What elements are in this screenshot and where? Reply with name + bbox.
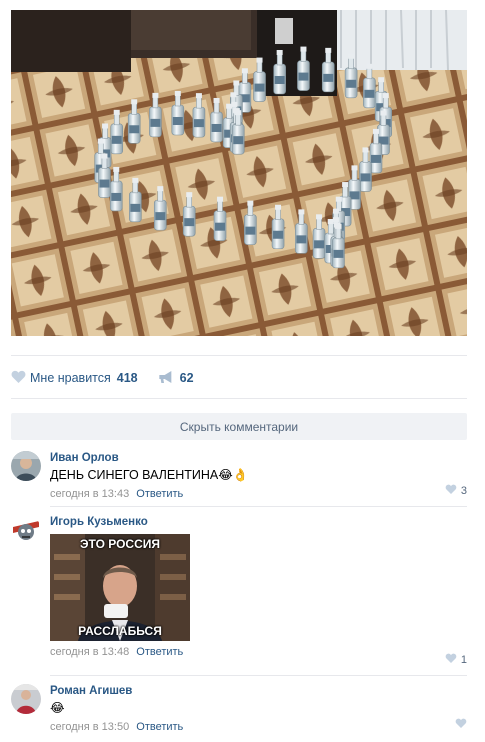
comment-meta: сегодня в 13:48 Ответить: [50, 645, 467, 659]
megaphone-icon: [158, 370, 174, 387]
emoji: 😂: [50, 701, 65, 715]
avatar[interactable]: [11, 515, 41, 545]
reply-link[interactable]: Ответить: [136, 646, 183, 658]
comment-meta: сегодня в 13:43 Ответить: [50, 487, 467, 501]
comment-time: сегодня в 13:48: [50, 646, 130, 658]
meme-top-caption: ЭТО РОССИЯ: [80, 537, 160, 551]
comment-like-count: 1: [460, 653, 467, 666]
comment-body: Игорь Кузьменко ЭТО РОССИЯ РАССЛАБЬСЯ се…: [50, 515, 467, 659]
post-actions: Мне нравится 418 62: [11, 368, 214, 388]
divider: [50, 675, 467, 676]
comment-text: 😂: [50, 700, 467, 716]
comment-text-content: ДЕНЬ СИНЕГО ВАЛЕНТИНА: [50, 468, 219, 482]
comment-body: Роман Агишев 😂 сегодня в 13:50 Ответить: [50, 684, 467, 734]
reply-link[interactable]: Ответить: [136, 721, 183, 733]
hide-comments-button[interactable]: Скрыть комментарии: [11, 413, 467, 440]
comment-author[interactable]: Иван Орлов: [50, 451, 467, 465]
comment: Роман Агишев 😂 сегодня в 13:50 Ответить: [11, 684, 467, 734]
comment-body: Иван Орлов ДЕНЬ СИНЕГО ВАЛЕНТИНА 😂👌 сего…: [50, 451, 467, 501]
comment-time: сегодня в 13:43: [50, 488, 130, 500]
divider: [11, 398, 467, 399]
heart-icon: [455, 718, 467, 731]
comment-like-button[interactable]: 3: [445, 484, 467, 497]
reply-link[interactable]: Ответить: [136, 488, 183, 500]
meme-bottom-caption: РАССЛАБЬСЯ: [78, 624, 162, 638]
comment-like-button[interactable]: 1: [445, 653, 467, 666]
comment-author[interactable]: Игорь Кузьменко: [50, 515, 467, 529]
divider: [50, 506, 467, 507]
comment-like-count: 3: [460, 484, 467, 497]
avatar[interactable]: [11, 451, 41, 481]
comment-like-button[interactable]: [455, 718, 467, 731]
comment-author[interactable]: Роман Агишев: [50, 684, 467, 698]
share-button[interactable]: 62: [158, 370, 194, 387]
like-label: Мне нравится: [30, 371, 111, 385]
share-count: 62: [179, 371, 194, 385]
meme-image[interactable]: ЭТО РОССИЯ РАССЛАБЬСЯ: [50, 534, 190, 641]
emoji: 😂👌: [218, 468, 249, 482]
like-button[interactable]: Мне нравится 418: [11, 370, 138, 386]
comment-meta: сегодня в 13:50 Ответить: [50, 720, 467, 734]
comment: Иван Орлов ДЕНЬ СИНЕГО ВАЛЕНТИНА 😂👌 сего…: [11, 451, 467, 501]
like-count: 418: [116, 371, 138, 385]
divider: [11, 355, 467, 356]
comment: Игорь Кузьменко ЭТО РОССИЯ РАССЛАБЬСЯ се…: [11, 515, 467, 667]
avatar[interactable]: [11, 684, 41, 714]
heart-icon: [445, 484, 457, 497]
comment-text: ДЕНЬ СИНЕГО ВАЛЕНТИНА 😂👌: [50, 467, 467, 483]
heart-icon: [11, 370, 26, 386]
post-photo[interactable]: [11, 10, 467, 336]
comment-time: сегодня в 13:50: [50, 721, 130, 733]
heart-icon: [445, 653, 457, 666]
